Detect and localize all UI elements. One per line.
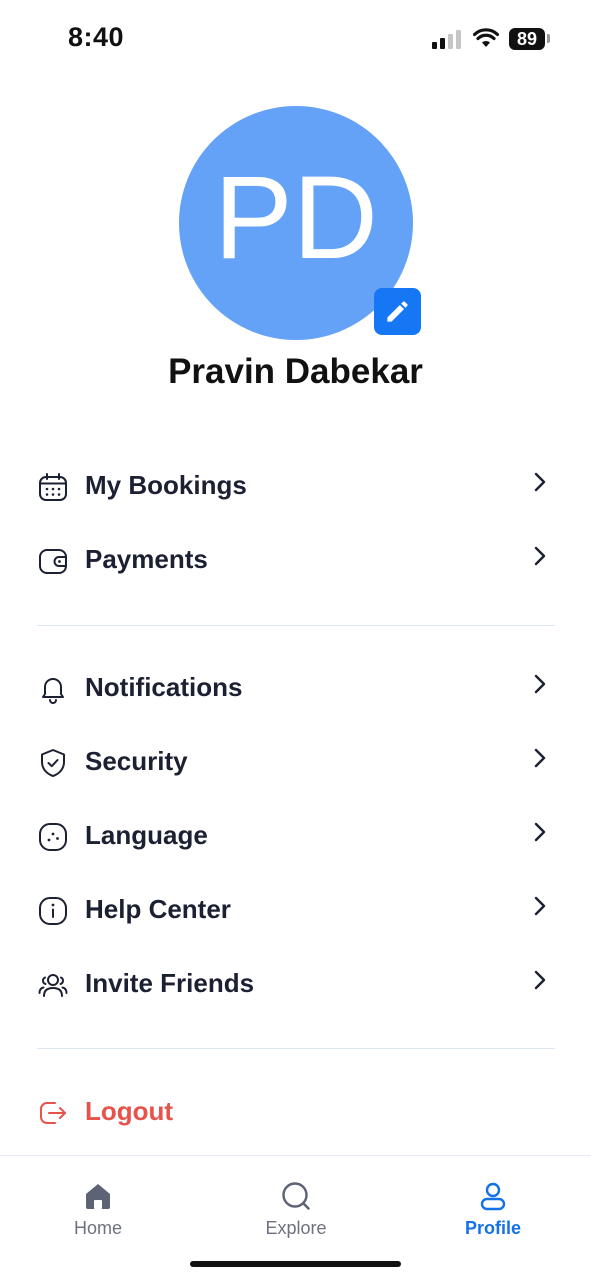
chevron-right-icon <box>534 748 546 768</box>
menu-item-label: Notifications <box>85 672 243 702</box>
menu-item-security[interactable]: Security <box>37 737 555 793</box>
pencil-icon <box>387 301 408 322</box>
shield-check-icon <box>41 749 65 777</box>
divider <box>37 625 555 626</box>
chevron-right-icon <box>534 546 546 566</box>
menu-item-label: Help Center <box>85 894 231 924</box>
nav-explore-label: Explore <box>265 1218 327 1238</box>
info-icon <box>39 897 67 925</box>
battery-tip <box>547 34 550 43</box>
language-icon <box>39 823 67 851</box>
user-name: Pravin Dabekar <box>168 352 423 391</box>
chevron-right-icon <box>534 472 546 492</box>
menu-item-invite-friends[interactable]: Invite Friends <box>37 959 555 1015</box>
chevron-right-icon <box>534 674 546 694</box>
menu-item-label: Payments <box>85 544 208 574</box>
logout-icon <box>40 1102 66 1124</box>
wallet-icon <box>39 549 67 574</box>
avatar-initials: PD <box>214 152 378 284</box>
menu-item-help-center[interactable]: Help Center <box>37 885 555 941</box>
logout-label: Logout <box>85 1096 174 1126</box>
signal-icon <box>432 30 461 49</box>
nav-home[interactable]: Home <box>28 1156 168 1256</box>
bell-icon <box>42 678 64 704</box>
home-indicator[interactable] <box>190 1261 401 1267</box>
status-bar: 8:40 89 <box>0 0 591 80</box>
chevron-right-icon <box>534 822 546 842</box>
menu-item-label: Invite Friends <box>85 968 255 998</box>
calendar-icon <box>39 473 67 501</box>
search-icon <box>282 1182 310 1210</box>
nav-profile[interactable]: Profile <box>423 1156 563 1256</box>
nav-explore[interactable]: Explore <box>226 1156 366 1256</box>
status-time: 8:40 <box>68 22 125 52</box>
edit-avatar-button[interactable] <box>374 288 421 335</box>
menu-item-notifications[interactable]: Notifications <box>37 663 555 719</box>
users-icon <box>38 974 68 997</box>
chevron-right-icon <box>534 970 546 990</box>
user-icon <box>480 1182 506 1211</box>
battery-indicator: 89 <box>509 28 545 50</box>
nav-home-label: Home <box>73 1218 122 1238</box>
chevron-right-icon <box>534 896 546 916</box>
logout-button[interactable]: Logout <box>37 1087 555 1143</box>
wifi-icon <box>473 28 499 47</box>
menu-item-payments[interactable]: Payments <box>37 535 555 591</box>
nav-profile-label: Profile <box>464 1218 521 1238</box>
menu-item-label: Security <box>85 746 188 776</box>
divider <box>37 1048 555 1049</box>
menu-item-language[interactable]: Language <box>37 811 555 867</box>
menu-item-my-bookings[interactable]: My Bookings <box>37 461 555 517</box>
menu-item-label: My Bookings <box>85 470 247 500</box>
menu-item-label: Language <box>85 820 208 850</box>
home-icon <box>86 1184 110 1209</box>
